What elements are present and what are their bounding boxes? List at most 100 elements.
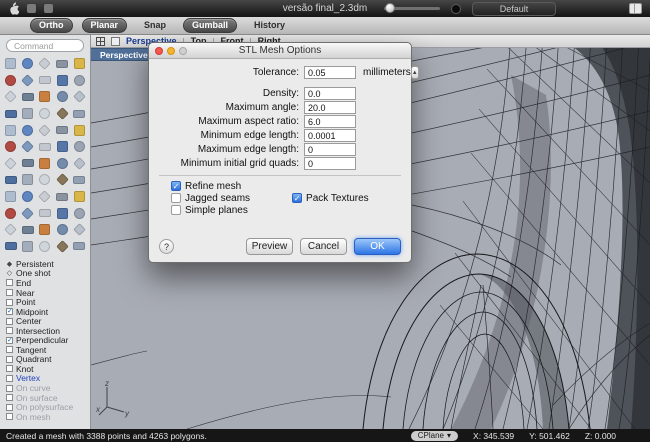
toolbar-button-planar[interactable]: Planar xyxy=(81,18,128,33)
sidebar-tool-icon[interactable] xyxy=(3,106,19,122)
toolbar-button-ortho[interactable]: Ortho xyxy=(30,18,73,33)
osnap-item-center[interactable]: Center xyxy=(6,316,90,326)
sidebar-tool-icon[interactable] xyxy=(71,139,87,155)
sidebar-tool-icon[interactable] xyxy=(20,106,36,122)
sidebar-tool-icon[interactable] xyxy=(37,172,53,188)
sidebar-tool-icon[interactable] xyxy=(37,89,53,105)
close-icon[interactable] xyxy=(155,47,163,55)
apple-menu-icon[interactable] xyxy=(8,2,19,15)
osnap-item-on-curve[interactable]: On curve xyxy=(6,383,90,393)
cancel-button[interactable]: Cancel xyxy=(300,238,347,255)
sidebar-tool-icon[interactable] xyxy=(54,205,70,221)
tolerance-input[interactable] xyxy=(304,66,356,79)
record-dot-icon[interactable] xyxy=(451,3,461,14)
dialog-titlebar[interactable]: STL Mesh Options xyxy=(149,43,411,59)
osnap-item-perpendicular[interactable]: ✓ Perpendicular xyxy=(6,335,90,345)
sidebar-tool-icon[interactable] xyxy=(71,172,87,188)
sidebar-tool-icon[interactable] xyxy=(71,205,87,221)
sidebar-tool-icon[interactable] xyxy=(20,222,36,238)
field-input-minimum-initial-grid-quads[interactable] xyxy=(304,157,356,170)
osnap-item-tangent[interactable]: Tangent xyxy=(6,345,90,355)
command-input[interactable] xyxy=(6,39,84,52)
view-slider[interactable] xyxy=(384,3,440,13)
sidebar-tool-icon[interactable] xyxy=(37,73,53,89)
sidebar-tool-icon[interactable] xyxy=(3,122,19,138)
sidebar-tool-icon[interactable] xyxy=(71,189,87,205)
sidebar-tool-icon[interactable] xyxy=(54,172,70,188)
field-input-maximum-aspect-ratio[interactable] xyxy=(304,115,356,128)
dialog-checkbox-refine-mesh[interactable]: ✓ Refine mesh xyxy=(171,180,250,192)
sidebar-tool-icon[interactable] xyxy=(20,56,36,72)
minimize-icon[interactable] xyxy=(167,47,175,55)
toolbar-button-history[interactable]: History xyxy=(246,19,293,32)
sidebar-tool-icon[interactable] xyxy=(54,189,70,205)
slider-knob-icon[interactable] xyxy=(385,3,395,13)
sidebar-tool-icon[interactable] xyxy=(37,239,53,255)
sidebar-tool-icon[interactable] xyxy=(37,156,53,172)
sidebar-tool-icon[interactable] xyxy=(71,239,87,255)
dialog-checkbox-jagged-seams[interactable]: Jagged seams xyxy=(171,192,250,204)
sidebar-tool-icon[interactable] xyxy=(54,122,70,138)
sidebar-tool-icon[interactable] xyxy=(37,56,53,72)
sidebar-tool-icon[interactable] xyxy=(3,172,19,188)
sidebar-tool-icon[interactable] xyxy=(3,189,19,205)
osnap-item-quadrant[interactable]: Quadrant xyxy=(6,354,90,364)
pane-layout-icon[interactable] xyxy=(96,36,105,46)
sidebar-tool-icon[interactable] xyxy=(54,222,70,238)
ok-button[interactable]: OK xyxy=(354,238,401,255)
sidebar-tool-icon[interactable] xyxy=(37,106,53,122)
workspace-dropdown[interactable]: Default xyxy=(472,1,556,16)
sidebar-tool-icon[interactable] xyxy=(3,156,19,172)
osnap-item-persistent[interactable]: ◆ Persistent xyxy=(6,259,90,269)
sidebar-tool-icon[interactable] xyxy=(3,239,19,255)
osnap-item-one-shot[interactable]: ◇ One shot xyxy=(6,268,90,278)
toolbar-button-snap[interactable]: Snap xyxy=(136,19,174,32)
field-input-density[interactable] xyxy=(304,87,356,100)
osnap-item-midpoint[interactable]: ✓ Midpoint xyxy=(6,307,90,317)
sidebar-tool-icon[interactable] xyxy=(20,73,36,89)
field-input-maximum-angle[interactable] xyxy=(304,101,356,114)
osnap-item-on-surface[interactable]: On surface xyxy=(6,393,90,403)
sidebar-tool-icon[interactable] xyxy=(37,222,53,238)
sidebar-tool-icon[interactable] xyxy=(37,139,53,155)
window-icon[interactable] xyxy=(44,4,53,13)
sidebar-tool-icon[interactable] xyxy=(71,222,87,238)
toolbar-button-gumball[interactable]: Gumball xyxy=(183,18,238,33)
sidebar-tool-icon[interactable] xyxy=(54,89,70,105)
sidebar-tool-icon[interactable] xyxy=(20,189,36,205)
sidebar-tool-icon[interactable] xyxy=(3,56,19,72)
sidebar-tool-icon[interactable] xyxy=(71,89,87,105)
sidebar-tool-icon[interactable] xyxy=(20,139,36,155)
sidebar-tool-icon[interactable] xyxy=(3,222,19,238)
window-icon[interactable] xyxy=(27,4,36,13)
units-dropdown[interactable]: millimeters xyxy=(363,67,411,78)
viewport[interactable]: Perspective | Top | Front | Right Perspective … xyxy=(91,35,650,429)
dialog-checkbox-pack-textures[interactable]: ✓ Pack Textures xyxy=(292,192,369,204)
sidebar-tool-icon[interactable] xyxy=(54,239,70,255)
sidebar-tool-icon[interactable] xyxy=(71,56,87,72)
osnap-item-on-polysurface[interactable]: On polysurface xyxy=(6,402,90,412)
field-input-minimum-edge-length[interactable] xyxy=(304,129,356,142)
help-button[interactable]: ? xyxy=(159,239,174,254)
sidebar-tool-icon[interactable] xyxy=(37,189,53,205)
sidebar-tool-icon[interactable] xyxy=(71,122,87,138)
sidebar-tool-icon[interactable] xyxy=(3,73,19,89)
sidebar-tool-icon[interactable] xyxy=(20,205,36,221)
dialog-checkbox-simple-planes[interactable]: Simple planes xyxy=(171,204,250,216)
sidebar-tool-icon[interactable] xyxy=(20,122,36,138)
preview-button[interactable]: Preview xyxy=(246,238,293,255)
sidebar-tool-icon[interactable] xyxy=(20,89,36,105)
osnap-item-vertex[interactable]: Vertex xyxy=(6,373,90,383)
sidebar-tool-icon[interactable] xyxy=(54,106,70,122)
sidebar-tool-icon[interactable] xyxy=(71,106,87,122)
sidebar-tool-icon[interactable] xyxy=(54,156,70,172)
osnap-item-knot[interactable]: Knot xyxy=(6,364,90,374)
sidebar-tool-icon[interactable] xyxy=(20,239,36,255)
sidebar-tool-icon[interactable] xyxy=(20,156,36,172)
osnap-item-end[interactable]: End xyxy=(6,278,90,288)
sidebar-tool-icon[interactable] xyxy=(3,89,19,105)
sidebar-tool-icon[interactable] xyxy=(54,139,70,155)
field-input-maximum-edge-length[interactable] xyxy=(304,143,356,156)
osnap-item-near[interactable]: Near xyxy=(6,288,90,298)
sidebar-tool-icon[interactable] xyxy=(37,122,53,138)
